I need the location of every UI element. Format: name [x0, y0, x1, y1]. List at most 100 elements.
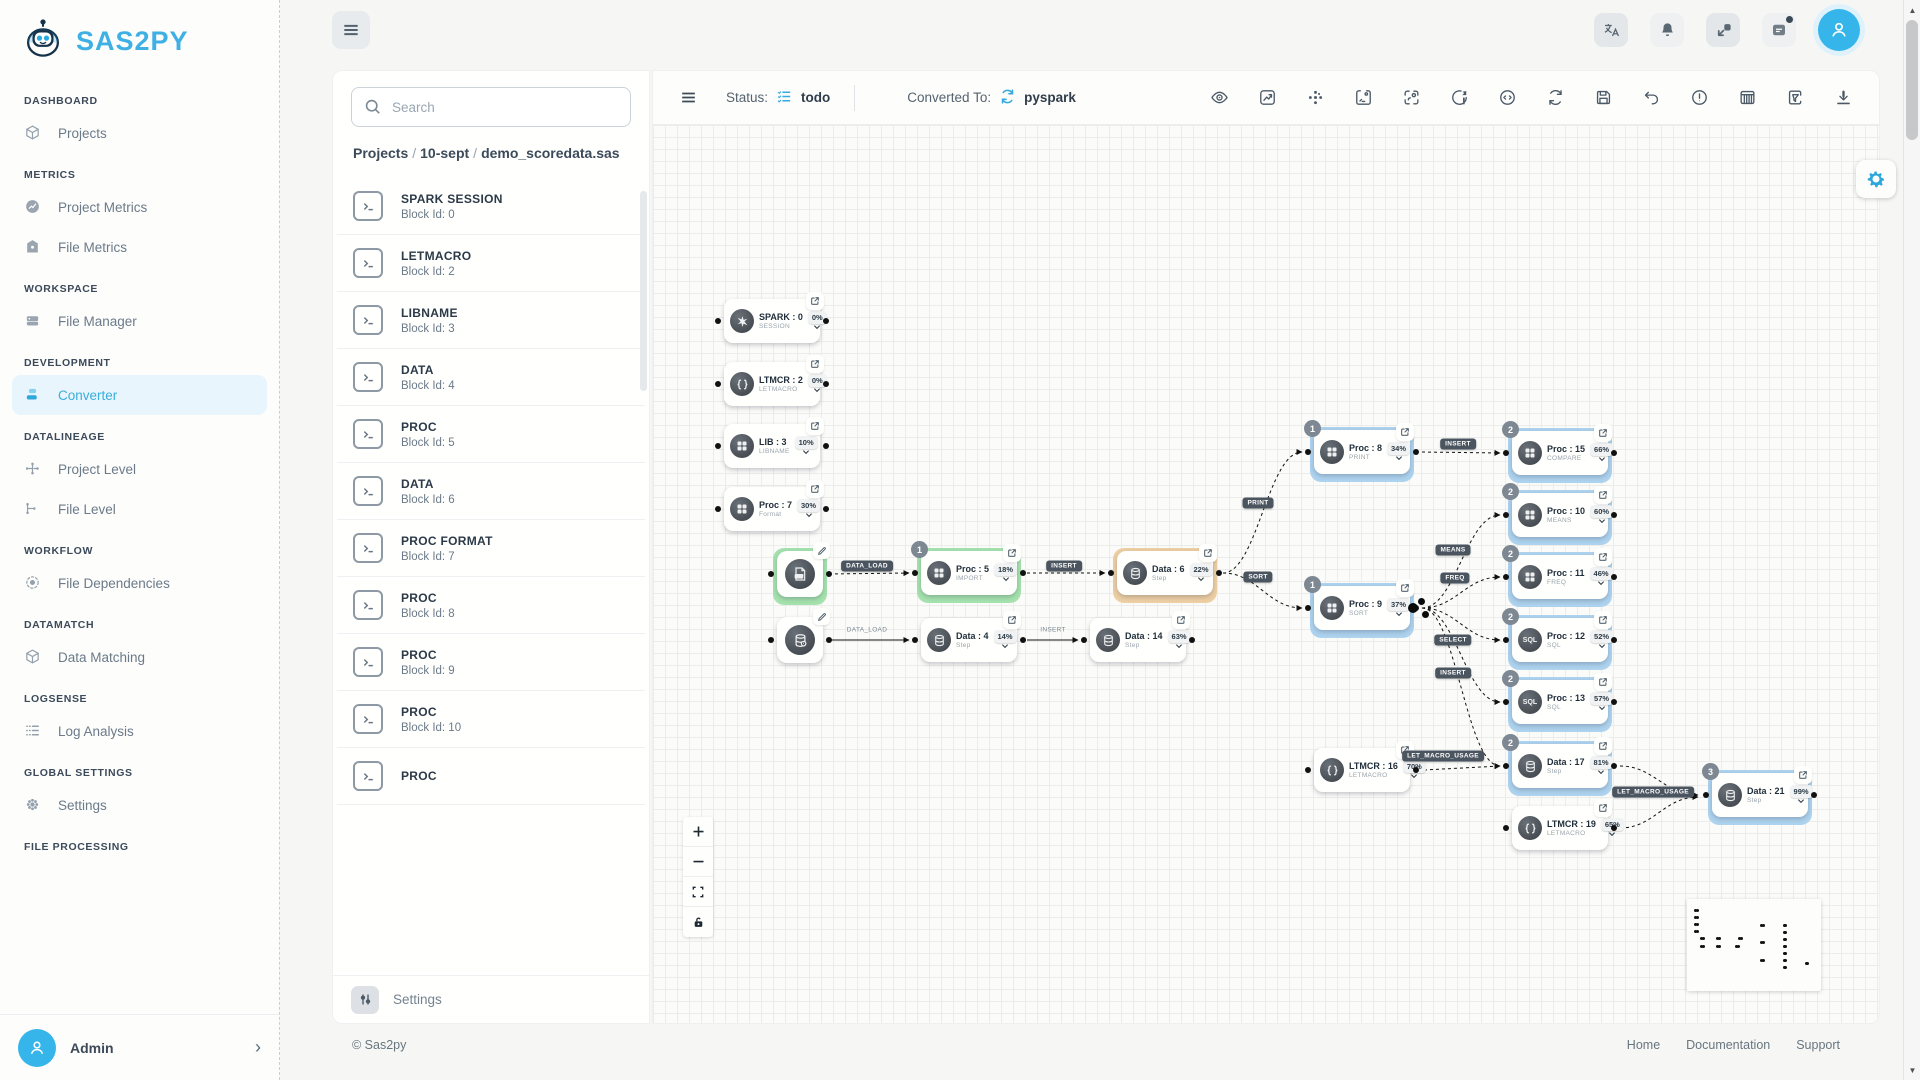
sidebar-item-converter[interactable]: Converter	[12, 375, 267, 415]
source-node-db-source[interactable]	[777, 617, 823, 663]
flow-node-spark0[interactable]: SPARK : 0 SESSION 0%	[724, 299, 820, 343]
flow-node-data4[interactable]: Data : 4 Step 14%	[921, 618, 1017, 662]
node-card[interactable]: Proc : 5 IMPORT 18%	[921, 551, 1017, 595]
sidebar-item-file-metrics[interactable]: File Metrics	[12, 227, 267, 267]
cluster-icon[interactable]	[1306, 88, 1325, 107]
block-list-item[interactable]: SPARK SESSION Block Id: 0	[337, 178, 645, 235]
code-square-icon[interactable]	[1354, 88, 1373, 107]
open-node-icon[interactable]	[806, 292, 824, 310]
block-list-item[interactable]: PROC Block Id: 5	[337, 406, 645, 463]
chevron-down-icon[interactable]	[1597, 517, 1607, 525]
open-node-icon[interactable]	[1594, 424, 1612, 442]
flow-node-proc15[interactable]: 2 Proc : 15 COMPARE 66%	[1512, 431, 1608, 475]
chevron-down-icon[interactable]	[812, 323, 822, 331]
input-port[interactable]	[1503, 699, 1509, 705]
flow-node-proc9[interactable]: 1 Proc : 9 SORT 37%	[1314, 586, 1410, 630]
input-port[interactable]	[1503, 512, 1509, 518]
node-card[interactable]: Proc : 10 MEANS 60%	[1512, 493, 1608, 537]
collapse-icon[interactable]	[1706, 13, 1740, 47]
window-scrollbar[interactable]: ▲ ▼	[1903, 0, 1920, 1080]
node-card[interactable]: LIB : 3 LIBNAME 10%	[724, 424, 820, 468]
node-card[interactable]: SQL Proc : 13 SQL 57%	[1512, 680, 1608, 724]
output-port[interactable]	[826, 637, 832, 643]
input-port[interactable]	[768, 571, 774, 577]
open-node-icon[interactable]	[1003, 544, 1021, 562]
node-card[interactable]: LTMCR : 16 LETMACRO 70%	[1314, 748, 1410, 792]
chevron-down-icon[interactable]	[1394, 610, 1404, 618]
output-port[interactable]	[1611, 574, 1617, 580]
save-icon[interactable]	[1594, 88, 1613, 107]
flow-node-ltmcr2[interactable]: LTMCR : 2 LETMACRO 0%	[724, 362, 820, 406]
block-list-item[interactable]: PROC	[337, 748, 645, 805]
sidebar-item-file-dependencies[interactable]: File Dependencies	[12, 563, 267, 603]
chevron-down-icon[interactable]	[1597, 704, 1607, 712]
chevron-down-icon[interactable]	[1409, 772, 1419, 780]
node-card[interactable]: Proc : 11 FREQ 46%	[1512, 555, 1608, 599]
node-card[interactable]: Proc : 15 COMPARE 66%	[1512, 431, 1608, 475]
chevron-down-icon[interactable]	[1796, 797, 1806, 805]
scrollbar-thumb[interactable]	[1906, 20, 1918, 140]
converted-to-field[interactable]: Converted To: pyspark	[907, 88, 1076, 108]
lock-button[interactable]	[683, 907, 713, 937]
input-port[interactable]	[1108, 570, 1114, 576]
footer-link-home[interactable]: Home	[1627, 1038, 1660, 1052]
flow-node-proc8[interactable]: 1 Proc : 8 PRINT 34%	[1314, 430, 1410, 474]
chart-square-icon[interactable]	[1258, 88, 1277, 107]
flow-node-ltmcr19[interactable]: LTMCR : 19 LETMACRO 65%	[1512, 806, 1608, 850]
output-port[interactable]	[1611, 699, 1617, 705]
block-list-item[interactable]: PROC FORMAT Block Id: 7	[337, 520, 645, 577]
sidebar-item-log-analysis[interactable]: Log Analysis	[12, 711, 267, 751]
open-node-icon[interactable]	[1594, 673, 1612, 691]
validate-icon[interactable]	[1786, 88, 1805, 107]
block-list-item[interactable]: PROC Block Id: 9	[337, 634, 645, 691]
chevron-down-icon[interactable]	[1001, 575, 1011, 583]
undo-icon[interactable]	[1642, 88, 1661, 107]
input-port[interactable]	[1305, 449, 1311, 455]
node-card[interactable]: Data : 6 Step 22%	[1117, 551, 1213, 595]
open-node-icon[interactable]	[1172, 611, 1190, 629]
output-port[interactable]	[1216, 570, 1222, 576]
block-list-item[interactable]: LETMACRO Block Id: 2	[337, 235, 645, 292]
input-port[interactable]	[1503, 825, 1509, 831]
panel-settings-button[interactable]: Settings	[333, 975, 649, 1023]
table-columns-icon[interactable]	[1738, 88, 1757, 107]
canvas-menu-icon[interactable]	[679, 88, 698, 107]
open-node-icon[interactable]	[1396, 579, 1414, 597]
output-port[interactable]	[1413, 449, 1419, 455]
output-port[interactable]	[1611, 825, 1617, 831]
admin-bar[interactable]: Admin ›	[0, 1014, 279, 1080]
node-card[interactable]: LTMCR : 19 LETMACRO 65%	[1512, 806, 1608, 850]
node-card[interactable]: Proc : 9 SORT 37%	[1314, 586, 1410, 630]
output-port[interactable]	[1189, 637, 1195, 643]
input-port[interactable]	[1503, 763, 1509, 769]
sidebar-item-settings[interactable]: Settings	[12, 785, 267, 825]
block-list-item[interactable]: PROC Block Id: 10	[337, 691, 645, 748]
open-node-icon[interactable]	[1794, 766, 1812, 784]
flow-node-proc7[interactable]: Proc : 7 Format 30%	[724, 487, 820, 531]
output-port[interactable]	[1020, 637, 1026, 643]
output-port[interactable]	[1611, 512, 1617, 518]
open-node-icon[interactable]	[1199, 544, 1217, 562]
floating-settings-button[interactable]	[1856, 160, 1896, 198]
flow-node-proc10[interactable]: 2 Proc : 10 MEANS 60%	[1512, 493, 1608, 537]
input-port[interactable]	[1503, 450, 1509, 456]
node-card[interactable]: SQL Proc : 12 SQL 52%	[1512, 618, 1608, 662]
block-list-item[interactable]: DATA Block Id: 6	[337, 463, 645, 520]
open-node-icon[interactable]	[1003, 611, 1021, 629]
chevron-down-icon[interactable]	[804, 511, 814, 519]
minimap[interactable]	[1687, 899, 1821, 991]
open-node-icon[interactable]	[1594, 611, 1612, 629]
edit-pencil-icon[interactable]	[813, 542, 830, 559]
output-port[interactable]	[826, 571, 832, 577]
code-circle-icon[interactable]	[1498, 88, 1517, 107]
input-port[interactable]	[715, 318, 721, 324]
edit-pencil-icon[interactable]	[813, 608, 830, 625]
alert-circle-icon[interactable]	[1690, 88, 1709, 107]
notes-icon[interactable]	[1762, 13, 1796, 47]
output-port[interactable]	[1020, 570, 1026, 576]
flow-node-data21[interactable]: 3 Data : 21 Step 99%	[1712, 773, 1808, 817]
flow-node-proc12[interactable]: 2 SQL Proc : 12 SQL 52%	[1512, 618, 1608, 662]
sync-icon[interactable]	[1546, 88, 1565, 107]
output-port[interactable]	[823, 381, 829, 387]
output-port[interactable]	[1611, 637, 1617, 643]
